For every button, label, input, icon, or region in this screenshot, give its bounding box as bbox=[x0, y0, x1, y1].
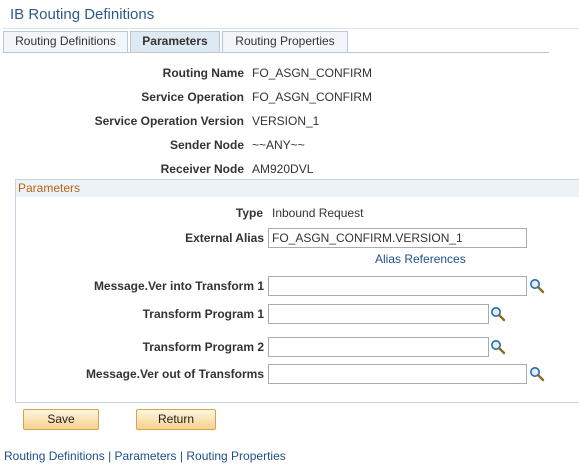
magnifier-icon[interactable] bbox=[490, 339, 506, 355]
sender-node-value: ~~ANY~~ bbox=[252, 138, 305, 152]
magnifier-icon[interactable] bbox=[529, 278, 545, 294]
page-title: IB Routing Definitions bbox=[10, 6, 155, 23]
footer-separator: | bbox=[176, 449, 187, 463]
alias-references-link[interactable]: Alias References bbox=[375, 252, 466, 266]
msg-ver-out-label: Message.Ver out of Transforms bbox=[85, 367, 264, 381]
service-operation-version-label: Service Operation Version bbox=[94, 114, 244, 128]
return-button[interactable]: Return bbox=[136, 409, 216, 430]
footer-link-routing-properties[interactable]: Routing Properties bbox=[186, 449, 285, 463]
service-operation-value: FO_ASGN_CONFIRM bbox=[252, 90, 373, 104]
magnifier-icon[interactable] bbox=[490, 306, 506, 322]
tab-routing-definitions[interactable]: Routing Definitions bbox=[3, 31, 128, 52]
external-alias-label: External Alias bbox=[185, 231, 264, 245]
footer-navigation: Routing Definitions | Parameters | Routi… bbox=[4, 449, 286, 463]
msg-ver-into-transform-input[interactable] bbox=[268, 276, 527, 296]
transform-program-2-input[interactable] bbox=[268, 337, 489, 357]
tab-routing-properties[interactable]: Routing Properties bbox=[222, 31, 348, 52]
service-operation-version-value: VERSION_1 bbox=[252, 114, 320, 128]
footer-link-parameters[interactable]: Parameters bbox=[115, 449, 177, 463]
routing-name-value: FO_ASGN_CONFIRM bbox=[252, 66, 373, 80]
receiver-node-value: AM920DVL bbox=[252, 162, 314, 176]
parameters-group-header: Parameters bbox=[16, 180, 579, 197]
external-alias-input[interactable]: FO_ASGN_CONFIRM.VERSION_1 bbox=[268, 228, 527, 248]
parameters-group-title: Parameters bbox=[18, 181, 81, 195]
sender-node-label: Sender Node bbox=[169, 138, 244, 152]
type-label: Type bbox=[235, 206, 263, 220]
magnifier-icon[interactable] bbox=[529, 366, 545, 382]
title-divider bbox=[3, 28, 579, 29]
type-value: Inbound Request bbox=[272, 206, 364, 220]
transform-program-1-input[interactable] bbox=[268, 304, 489, 324]
service-operation-label: Service Operation bbox=[141, 90, 244, 104]
tabs-divider bbox=[3, 52, 549, 53]
routing-name-label: Routing Name bbox=[162, 66, 244, 80]
footer-separator: | bbox=[104, 449, 115, 463]
footer-link-routing-definitions[interactable]: Routing Definitions bbox=[4, 449, 105, 463]
msg-ver-into-transform-label: Message.Ver into Transform 1 bbox=[93, 279, 264, 293]
receiver-node-label: Receiver Node bbox=[160, 162, 244, 176]
transform-program-2-label: Transform Program 2 bbox=[142, 340, 264, 354]
tab-parameters[interactable]: Parameters bbox=[130, 31, 220, 53]
save-button[interactable]: Save bbox=[23, 409, 99, 430]
transform-program-1-label: Transform Program 1 bbox=[142, 307, 264, 321]
msg-ver-out-input[interactable] bbox=[268, 364, 527, 384]
